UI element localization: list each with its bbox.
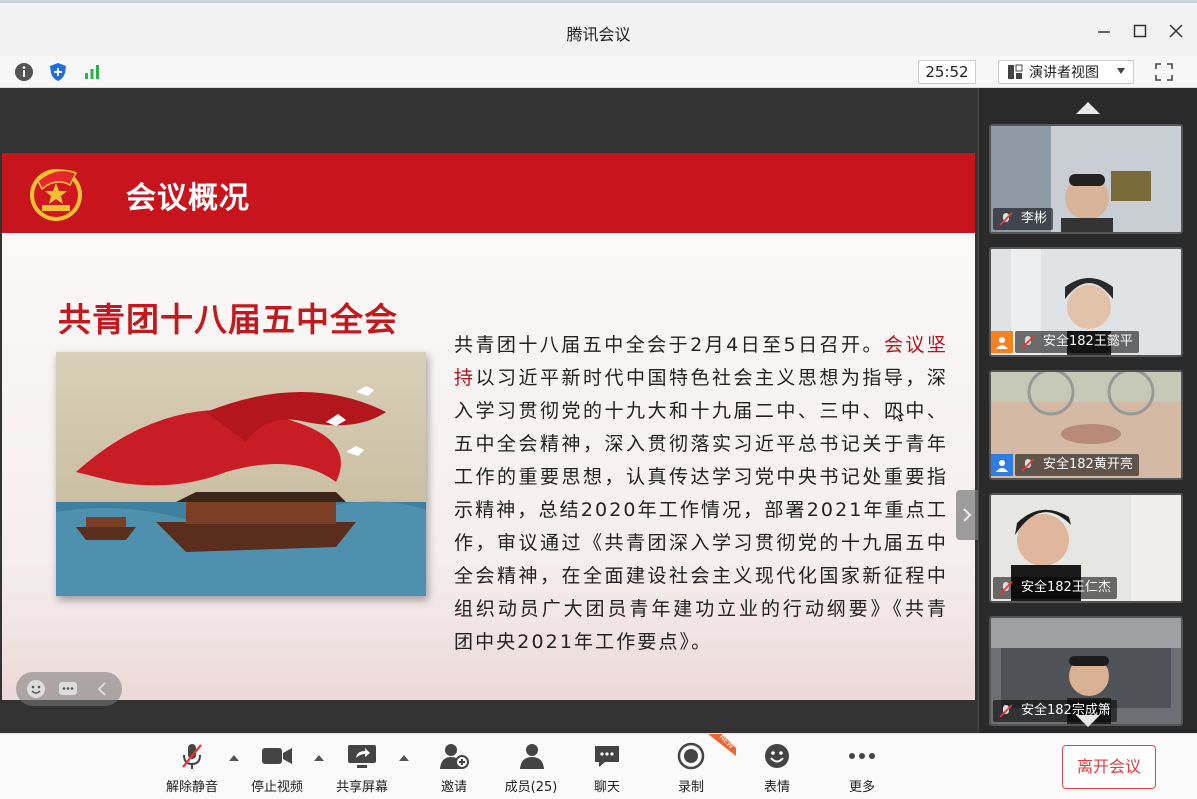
collapse-icon[interactable] (94, 679, 110, 699)
share-screen-button[interactable]: 共享屏幕 (322, 740, 402, 796)
participant-name: 李彬 (993, 208, 1054, 230)
participant-name: 安全182黄开亮 (1015, 454, 1139, 476)
chat-label: 聊天 (593, 780, 620, 795)
slide-paragraph: 共青团十八届五中全会于2月4日至5日召开。会议坚持以习近平新时代中国特色社会主义… (454, 329, 948, 659)
participant-tile[interactable]: 安全182王仁杰 (989, 493, 1183, 603)
close-icon[interactable] (1164, 19, 1188, 43)
fullscreen-icon[interactable] (1152, 60, 1176, 84)
stop-video-label: 停止视频 (250, 780, 303, 795)
cohost-badge-icon (991, 454, 1013, 476)
minimize-icon[interactable] (1092, 19, 1116, 43)
mic-muted-icon (1021, 335, 1035, 349)
share-options-icon[interactable] (399, 755, 409, 761)
stop-video-button[interactable]: 停止视频 (237, 740, 317, 796)
unmute-label: 解除静音 (165, 780, 218, 795)
participant-tile[interactable]: 安全182王懿平 (989, 247, 1183, 357)
members-label: 成员(25) (504, 780, 558, 795)
layout-icon (1008, 64, 1023, 79)
shared-screen-area: 会议概况 共青团十八届五中全会 共青团十八届五中全会于2月4日至5日召开。会议坚… (0, 88, 978, 733)
members-button[interactable]: 成员(25) (491, 740, 571, 796)
slide-heading: 共青团十八届五中全会 (58, 300, 398, 339)
paragraph-part1: 共青团十八届五中全会于2月4日至5日召开。 (454, 334, 884, 356)
participant-name-text: 李彬 (1021, 211, 1048, 226)
share-screen-label: 共享屏幕 (335, 780, 388, 795)
view-mode-label: 演讲者视图 (1029, 65, 1099, 81)
add-user-icon (438, 740, 470, 772)
mic-muted-icon (999, 212, 1013, 226)
participant-tile[interactable]: 安全182宗成箫 (989, 616, 1183, 726)
chat-bubble-icon[interactable] (58, 679, 78, 699)
leave-meeting-button[interactable]: 离开会议 (1062, 745, 1156, 789)
participant-tile[interactable]: 安全182黄开亮 (989, 370, 1183, 480)
record-icon (675, 740, 707, 772)
scroll-down-icon[interactable] (1075, 713, 1101, 729)
participant-tile[interactable]: 李彬 (989, 124, 1183, 234)
participant-name: 安全182王仁杰 (993, 577, 1117, 599)
emoji-icon[interactable] (26, 679, 46, 699)
red-boat-illustration (56, 352, 426, 596)
chat-icon (591, 740, 623, 772)
signal-icon[interactable] (80, 60, 104, 84)
shield-icon[interactable] (46, 60, 70, 84)
smiley-icon (761, 740, 793, 772)
presentation-slide: 会议概况 共青团十八届五中全会 共青团十八届五中全会于2月4日至5日召开。会议坚… (2, 153, 975, 700)
participant-name-text: 安全182王仁杰 (1021, 580, 1111, 595)
title-bar: 腾讯会议 (0, 0, 1197, 56)
slide-banner: 会议概况 (2, 153, 975, 233)
chevron-down-icon (1117, 68, 1125, 74)
reactions-button[interactable]: 表情 (737, 740, 817, 796)
window-title: 腾讯会议 (566, 25, 631, 44)
more-label: 更多 (848, 780, 875, 795)
mic-muted-icon (1021, 458, 1035, 472)
unmute-button[interactable]: 解除静音 (152, 740, 232, 796)
participant-video-sidebar: 李彬 安全182王懿平 安全182黄开亮 安全182王仁杰 安全182宗成箫 (978, 88, 1197, 733)
youth-league-emblem (30, 169, 82, 221)
meeting-timer: 25:52 (918, 60, 976, 84)
invite-button[interactable]: 邀请 (414, 740, 494, 796)
expand-sidebar-button[interactable] (956, 490, 978, 540)
view-mode-select[interactable]: 演讲者视图 (998, 60, 1134, 84)
participant-name: 安全182王懿平 (1015, 331, 1139, 353)
share-screen-icon (346, 740, 378, 772)
chat-button[interactable]: 聊天 (567, 740, 647, 796)
maximize-icon[interactable] (1128, 19, 1152, 43)
meeting-window: 腾讯会议 25:52 演讲者视图 会议概况 共青团十八届五中全会 共青团十八届五… (0, 0, 1197, 799)
mouse-cursor-icon (893, 406, 905, 422)
camera-icon (261, 740, 293, 772)
quick-reaction-bar (16, 672, 122, 706)
more-button[interactable]: 更多 (822, 740, 902, 796)
members-icon (515, 740, 547, 772)
participant-name-text: 安全182王懿平 (1043, 334, 1133, 349)
mic-muted-icon (176, 740, 208, 772)
paragraph-part2: 以习近平新时代中国特色社会主义思想为指导，深入学习贯彻党的十九大和十九届二中、三… (454, 367, 948, 653)
record-label: 录制 (677, 780, 704, 795)
reactions-label: 表情 (763, 780, 790, 795)
meeting-controls: 解除静音 停止视频 共享屏幕 邀请 成员(25) 聊天 录制 NEW 表情 更多… (0, 733, 1197, 799)
more-icon (846, 740, 878, 772)
mic-muted-icon (999, 704, 1013, 718)
new-badge-icon: NEW (708, 734, 736, 756)
info-icon[interactable] (12, 60, 36, 84)
invite-label: 邀请 (440, 780, 467, 795)
slide-banner-title: 会议概况 (126, 181, 250, 216)
scroll-up-icon[interactable] (1075, 100, 1101, 116)
meeting-toolbar: 25:52 演讲者视图 (0, 56, 1197, 88)
mic-muted-icon (999, 581, 1013, 595)
participant-name-text: 安全182黄开亮 (1043, 457, 1133, 472)
host-badge-icon (991, 331, 1013, 353)
